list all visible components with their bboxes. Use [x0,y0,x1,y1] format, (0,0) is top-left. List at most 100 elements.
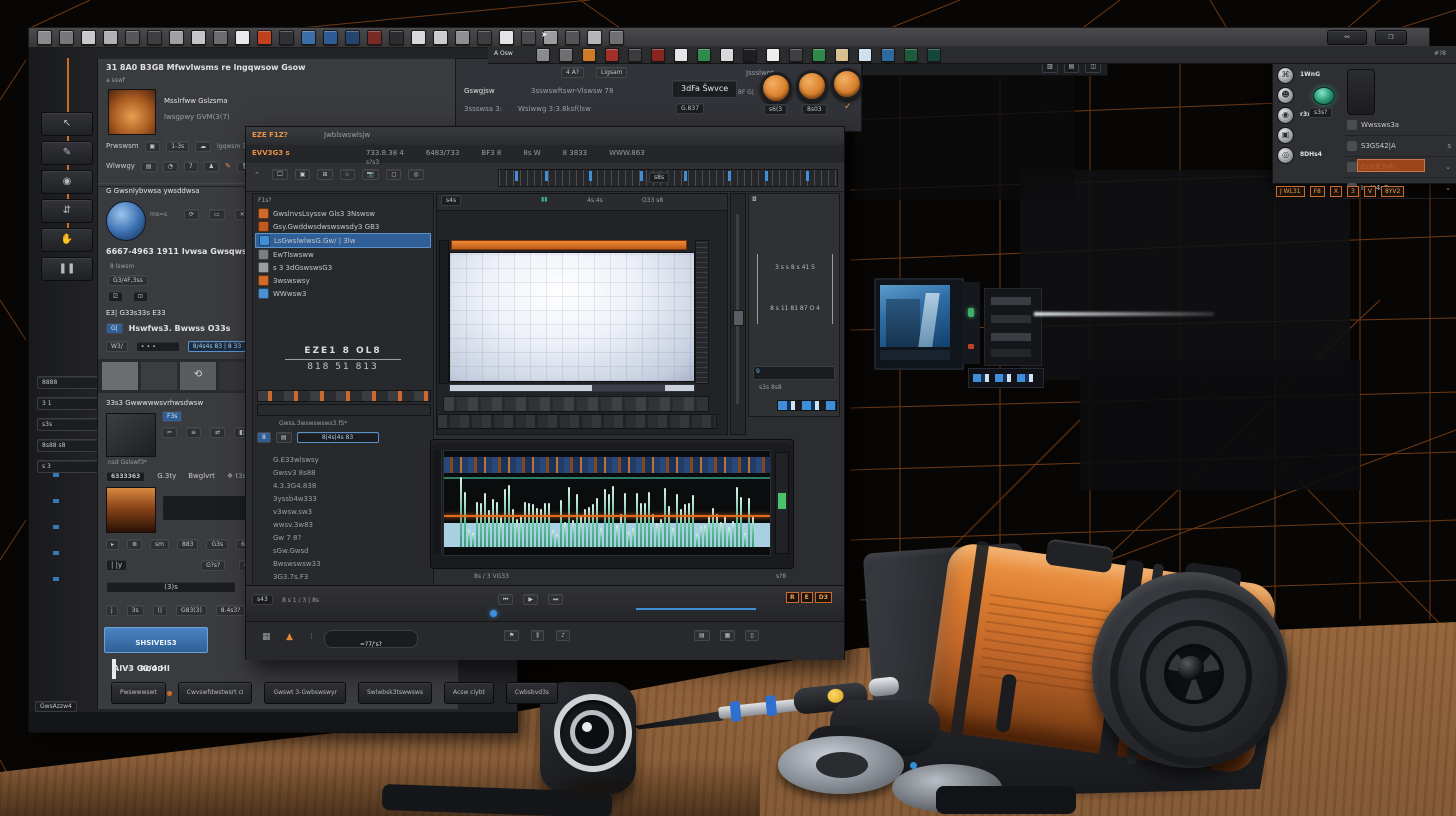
library-chip[interactable]: 883 [177,539,198,550]
menu-item[interactable]: WWW.863 [609,149,645,157]
toolbar-icon[interactable] [628,48,642,62]
toolbar-icon[interactable] [904,48,918,62]
library-sec5-thumb[interactable] [106,487,156,533]
search-button[interactable]: ⚯ [1327,30,1367,45]
table-icon[interactable]: ▤ [694,630,710,641]
library-thumbnail[interactable] [108,89,156,135]
inner-title-item[interactable]: Jwblswswlsjw [324,131,370,139]
toolbar-icon[interactable] [59,30,74,45]
blue-selected-button[interactable]: SHSIVEIS3 [104,627,208,653]
waveform-screen[interactable] [443,450,771,556]
row2-chip[interactable]: ◔ [163,161,178,172]
toolbar-icon[interactable] [499,30,514,45]
canvas-hscroll[interactable] [449,384,695,392]
rail-pill[interactable]: 3 1 [37,397,101,410]
vp-chip[interactable]: s4s [441,195,461,206]
tree-item[interactable]: 3wswswsy [255,274,431,287]
menu-item[interactable]: 8 3833 [563,149,588,157]
prev-icon[interactable]: ⏮ [498,594,513,605]
bottom-tab[interactable]: Acsw ciybt [444,682,494,704]
cut-icon[interactable]: ✂ [162,427,177,438]
rail-button[interactable]: ◉ [41,170,93,194]
camera-icon[interactable]: 📷 [362,169,379,180]
shield-icon[interactable]: ♘ [340,169,355,180]
library-chip[interactable]: sm [150,539,169,550]
menu-item[interactable]: 6483/733 [426,149,460,157]
toolbar-icon[interactable] [582,48,596,62]
library-chip[interactable]: ▸ [106,539,119,550]
blue-icon-chip[interactable]: 8 [257,432,271,443]
list-item[interactable]: G.E33wlswsy [273,456,423,469]
toolbar-icon[interactable] [609,30,624,45]
toolbar-icon[interactable] [301,30,316,45]
blue-framed-chip[interactable]: 8/4s4s 83 | 8 33 [188,341,246,352]
list-item[interactable]: Gwsv3 8s88 [273,469,423,482]
toolbar-icon[interactable] [651,48,665,62]
layers-icon[interactable]: ≡ [186,427,201,438]
toolbar-icon[interactable] [559,48,573,62]
mid-chip-b[interactable]: Ligsam [596,67,627,78]
toolbar-icon[interactable] [257,30,272,45]
rail-pill[interactable]: 8888 [37,376,101,389]
tree-item[interactable]: WWwsw3 [255,287,431,300]
subpanel-pin-icon[interactable]: ◘ [752,196,757,203]
toolbar-icon[interactable] [477,30,492,45]
toolbar-icon[interactable] [235,30,250,45]
toolbar-icon[interactable] [37,30,52,45]
rail-pill[interactable]: s 3 [37,460,101,473]
toolbar-icon[interactable] [323,30,338,45]
list-item[interactable]: 4.3.3G4.838 [273,482,423,495]
orange-tab[interactable]: J WL31 [1276,186,1305,197]
small-chip[interactable]: (| [153,605,167,616]
split-icon[interactable]: ⫼ [531,630,544,641]
rail-button[interactable]: ↖ [41,112,93,136]
toolbar-icon[interactable] [881,48,895,62]
right-row[interactable]: CURR3VN ⌄ [1343,157,1455,178]
bottom-tab[interactable]: Pwswwwswt [111,682,166,704]
row2-chip[interactable]: 7 [184,161,198,172]
orange-tab[interactable]: F8 [1310,186,1325,197]
window-button[interactable]: ❒ [1375,30,1407,45]
tree-item[interactable]: s 3 3dGswswsG3 [255,261,431,274]
toolbar-icon[interactable] [433,30,448,45]
gem-button[interactable] [1313,87,1335,105]
toolbar-icon[interactable] [345,30,360,45]
small-chip[interactable]: j [106,605,118,616]
row2-chip[interactable]: ♟ [204,161,219,172]
knob-dial[interactable] [796,70,828,102]
subpanel-input[interactable]: 9 [753,366,835,380]
library-sec4-thumb[interactable] [106,413,156,457]
refresh-icon[interactable]: ⟳ [184,209,199,220]
toolbar-icon[interactable] [858,48,872,62]
swap-icon[interactable]: ⇄ [210,427,225,438]
film-frame[interactable] [141,362,177,390]
target-icon[interactable]: ◎ [408,169,423,180]
orange-tab[interactable]: 3 [1347,186,1359,197]
menu-item[interactable]: BF3 8 [481,149,501,157]
right-row[interactable]: S3GS42|A s [1343,136,1455,157]
image-icon[interactable]: ▣ [295,169,311,180]
next-icon[interactable]: ⏭ [548,594,563,605]
rail-pill[interactable]: s3s [37,418,101,431]
bottom-tab[interactable]: Swlwbsk3tswwsws [358,682,432,704]
toolbar-icon[interactable] [605,48,619,62]
list-item[interactable]: v3wsw.sw3 [273,508,423,521]
toolbar-icon[interactable] [697,48,711,62]
toolbar-icon[interactable] [674,48,688,62]
menu-item[interactable]: 8s W [523,149,540,157]
tree-item[interactable]: Gsy.Gwddwsdwswswsdy3 GB3 [255,220,431,233]
tree-item[interactable]: EwTlswsww [255,248,431,261]
mid-box[interactable]: (3)s [106,581,236,593]
rail-button[interactable]: ✋ [41,228,93,252]
doc-icon[interactable]: ▯ [745,630,758,641]
row1-chip[interactable]: ☁ [195,141,211,152]
toolbar-icon[interactable] [927,48,941,62]
right-tool-row[interactable]: ◎ 8DHs4 [1277,147,1339,163]
thumbnail-strip[interactable] [437,414,717,429]
mid-row-b2[interactable]: 3sswswftswr-Vlswsw 78 [531,87,613,95]
vy-glyph[interactable]: | |y [106,559,127,571]
toolbar-icon[interactable] [169,30,184,45]
rail-button[interactable]: ❚❚ [41,257,93,281]
thumbnail-strip[interactable] [443,396,709,412]
gpu-icon-chip[interactable]: G| [106,323,123,334]
